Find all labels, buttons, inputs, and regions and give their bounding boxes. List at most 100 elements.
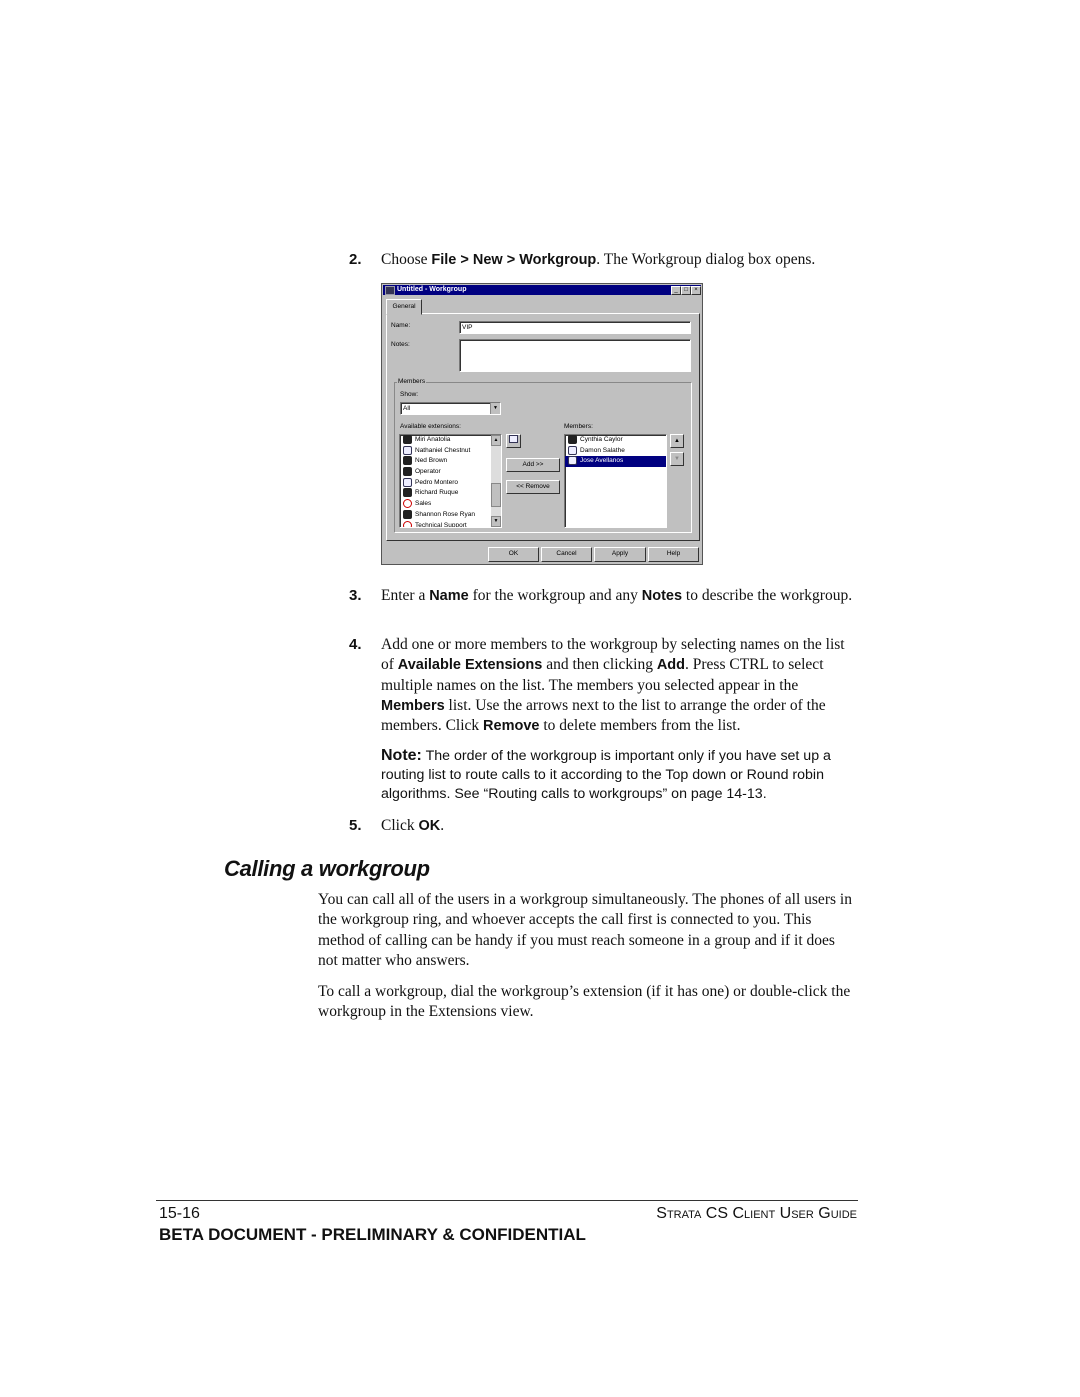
workgroup-dialog: Untitled - Workgroup _ □ × General Name:… bbox=[381, 283, 703, 565]
text-run: . The Workgroup dialog box opens. bbox=[596, 251, 816, 268]
list-item[interactable]: Sales bbox=[400, 499, 501, 510]
available-extensions-list[interactable]: Miri Anatolia Nathaniel Chestnut Ned Brown… bbox=[399, 434, 502, 528]
ui-term: Name bbox=[429, 588, 469, 604]
person-icon bbox=[403, 467, 412, 477]
person-icon bbox=[403, 488, 412, 498]
person-icon bbox=[403, 509, 412, 519]
step-text: Add one or more members to the workgroup… bbox=[381, 635, 859, 736]
ui-term: OK bbox=[418, 818, 441, 834]
step-number: 4. bbox=[349, 636, 362, 653]
list-item[interactable]: Cynthia Caylor bbox=[565, 435, 666, 446]
workgroup-icon bbox=[403, 520, 412, 527]
members-group-label: Members bbox=[397, 378, 427, 385]
step-text: Click OK. bbox=[381, 816, 859, 836]
dialog-titlebar: Untitled - Workgroup bbox=[383, 285, 701, 295]
footer-rule bbox=[156, 1200, 858, 1201]
item-name: Shannon Rose Ryan bbox=[415, 511, 475, 519]
ui-term: Add bbox=[656, 657, 686, 674]
members-list[interactable]: Cynthia Caylor Damon Salathe Jose Avellano… bbox=[564, 434, 667, 528]
person-icon bbox=[403, 435, 412, 444]
text-run: for the workgroup and any bbox=[468, 587, 642, 604]
show-dropdown[interactable]: All ▼ bbox=[400, 402, 501, 415]
item-name: Jose Avellanos bbox=[580, 457, 624, 465]
list-item[interactable]: Operator bbox=[400, 467, 501, 478]
confidential-notice: BETA DOCUMENT - PRELIMINARY & CONFIDENTI… bbox=[159, 1225, 586, 1244]
tab-general[interactable]: General bbox=[386, 299, 422, 315]
members-label: Members: bbox=[564, 423, 593, 430]
name-label: Name: bbox=[391, 322, 411, 329]
phone-icon bbox=[403, 445, 412, 455]
help-button[interactable]: Help bbox=[648, 547, 699, 562]
scroll-up-icon[interactable]: ▲ bbox=[491, 435, 501, 446]
text-run: Click bbox=[381, 817, 419, 834]
item-name: Cynthia Caylor bbox=[580, 436, 623, 444]
text-run: to delete members from the list. bbox=[539, 717, 741, 735]
minimize-button[interactable]: _ bbox=[671, 286, 681, 295]
ui-term: Members bbox=[381, 697, 445, 714]
text-run: to describe the workgroup. bbox=[682, 587, 853, 604]
step-2: 2. Choose File > New > Workgroup. The Wor… bbox=[349, 250, 859, 270]
move-up-button[interactable]: ▲ bbox=[670, 434, 684, 448]
show-value: All bbox=[403, 405, 411, 412]
extension-properties-button[interactable] bbox=[506, 434, 521, 448]
item-name: Miri Anatolia bbox=[415, 436, 451, 444]
notes-label: Notes: bbox=[391, 341, 410, 348]
list-item[interactable]: Nathaniel Chestnut bbox=[400, 445, 501, 457]
show-label: Show: bbox=[400, 391, 419, 398]
phone-icon bbox=[568, 456, 577, 466]
body-paragraph: To call a workgroup, dial the workgroup’… bbox=[318, 983, 851, 1021]
text-run: . bbox=[440, 817, 445, 834]
tab-label: General bbox=[392, 303, 416, 310]
list-item[interactable]: Technical Support bbox=[400, 520, 501, 528]
list-item[interactable]: Damon Salathe bbox=[565, 445, 666, 457]
list-item[interactable]: Pedro Montero bbox=[400, 477, 501, 489]
ok-button[interactable]: OK bbox=[488, 547, 539, 562]
step-text: Enter a Name for the workgroup and any N… bbox=[381, 586, 859, 606]
item-name: Operator bbox=[415, 468, 441, 476]
item-name: Richard Ruque bbox=[415, 489, 459, 497]
page-number: 15-16 bbox=[159, 1205, 200, 1222]
notes-input[interactable] bbox=[459, 339, 691, 372]
step-5: 5. Click OK. bbox=[349, 816, 859, 836]
item-name: Sales bbox=[415, 500, 432, 508]
cancel-button[interactable]: Cancel bbox=[541, 547, 592, 562]
name-input[interactable]: VIP bbox=[459, 321, 691, 334]
ui-term: Remove bbox=[483, 718, 540, 735]
available-label: Available extensions: bbox=[400, 423, 461, 430]
ui-term: File > New > Workgroup bbox=[431, 252, 597, 268]
item-name: Pedro Montero bbox=[415, 478, 458, 486]
scroll-down-icon[interactable]: ▼ bbox=[491, 516, 501, 527]
apply-button[interactable]: Apply bbox=[594, 547, 646, 562]
step-number: 2. bbox=[349, 251, 362, 268]
item-name: Damon Salathe bbox=[580, 446, 625, 454]
text-run: Enter a bbox=[381, 587, 430, 604]
note-label: Note: bbox=[381, 747, 422, 764]
move-down-button[interactable]: ▼ bbox=[670, 452, 684, 466]
scroll-thumb[interactable] bbox=[491, 483, 501, 507]
step-3: 3. Enter a Name for the workgroup and any… bbox=[349, 586, 859, 606]
scrollbar[interactable]: ▲ ▼ bbox=[491, 435, 501, 527]
text-run: and then clicking bbox=[542, 656, 657, 674]
maximize-button[interactable]: □ bbox=[681, 286, 691, 295]
remove-button[interactable]: << Remove bbox=[506, 480, 560, 494]
note: Note: The order of the workgroup is impo… bbox=[381, 746, 861, 804]
app-icon bbox=[385, 286, 395, 295]
list-item[interactable]: Ned Brown bbox=[400, 456, 501, 467]
dialog-title: Untitled - Workgroup bbox=[397, 286, 467, 293]
note-text: The order of the workgroup is important … bbox=[381, 748, 831, 802]
ui-term: Available Extensions bbox=[397, 657, 543, 674]
list-item[interactable]: Richard Ruque bbox=[400, 488, 501, 499]
list-item[interactable]: Jose Avellanos bbox=[565, 456, 666, 468]
phone-icon bbox=[568, 445, 577, 455]
add-button[interactable]: Add >> bbox=[506, 458, 560, 472]
chevron-down-icon[interactable]: ▼ bbox=[490, 403, 500, 414]
step-text: Choose File > New > Workgroup. The Workg… bbox=[381, 250, 859, 270]
list-item[interactable]: Miri Anatolia bbox=[400, 435, 501, 446]
list-item[interactable]: Shannon Rose Ryan bbox=[400, 509, 501, 521]
close-button[interactable]: × bbox=[691, 286, 701, 295]
step-number: 5. bbox=[349, 817, 362, 834]
item-name: Technical Support bbox=[415, 521, 467, 528]
person-icon bbox=[403, 456, 412, 466]
body-paragraph: You can call all of the users in a workg… bbox=[318, 891, 852, 969]
section-heading: Calling a workgroup bbox=[224, 856, 430, 881]
